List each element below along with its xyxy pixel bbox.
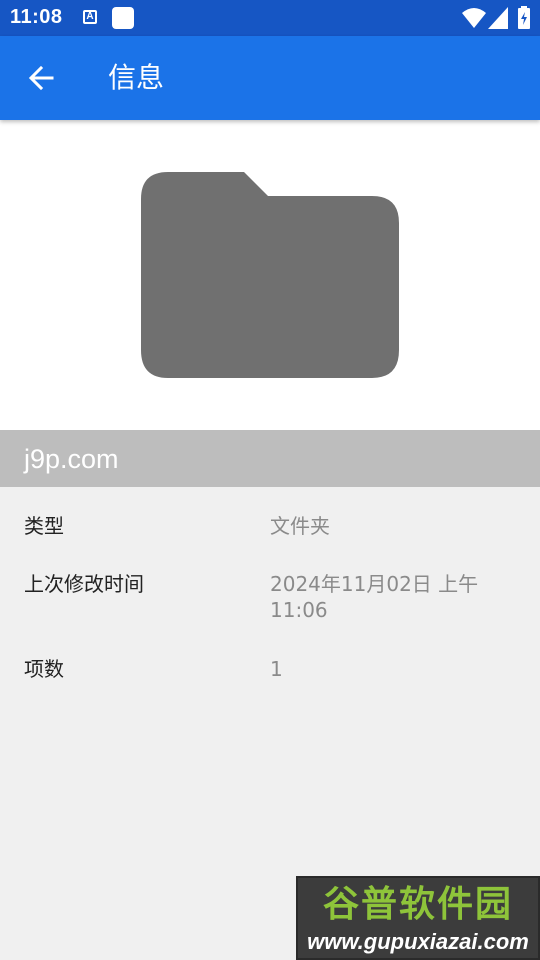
watermark-title: 谷普软件园 — [322, 884, 513, 925]
watermark-url: www.gupuxiazai.com — [307, 929, 529, 954]
wifi-icon — [462, 8, 486, 28]
status-time: 11:08 — [10, 6, 63, 28]
folder-icon — [141, 172, 399, 378]
arrow-back-icon — [28, 65, 54, 91]
detail-label: 上次修改时间 — [24, 572, 144, 596]
detail-value: 2024年11月02日 上午11:06 — [270, 572, 479, 622]
page-title: 信息 — [108, 61, 165, 94]
detail-value: 1 — [270, 657, 283, 681]
back-button[interactable] — [22, 58, 62, 98]
notification-square-icon — [112, 7, 134, 29]
app-bar: 信息 — [0, 36, 540, 120]
file-name: j9p.com — [24, 444, 119, 474]
detail-label: 项数 — [24, 657, 64, 681]
watermark-logo: 谷普软件园 www.gupuxiazai.com — [296, 876, 540, 960]
battery-icon — [518, 6, 530, 29]
signal-icon — [488, 7, 508, 29]
file-preview — [0, 120, 540, 430]
status-bar: 11:08 A — [0, 0, 540, 36]
accessibility-a-icon: A — [83, 10, 97, 24]
file-name-bar: j9p.com — [0, 430, 540, 487]
detail-label: 类型 — [24, 514, 64, 538]
detail-value: 文件夹 — [270, 514, 330, 538]
